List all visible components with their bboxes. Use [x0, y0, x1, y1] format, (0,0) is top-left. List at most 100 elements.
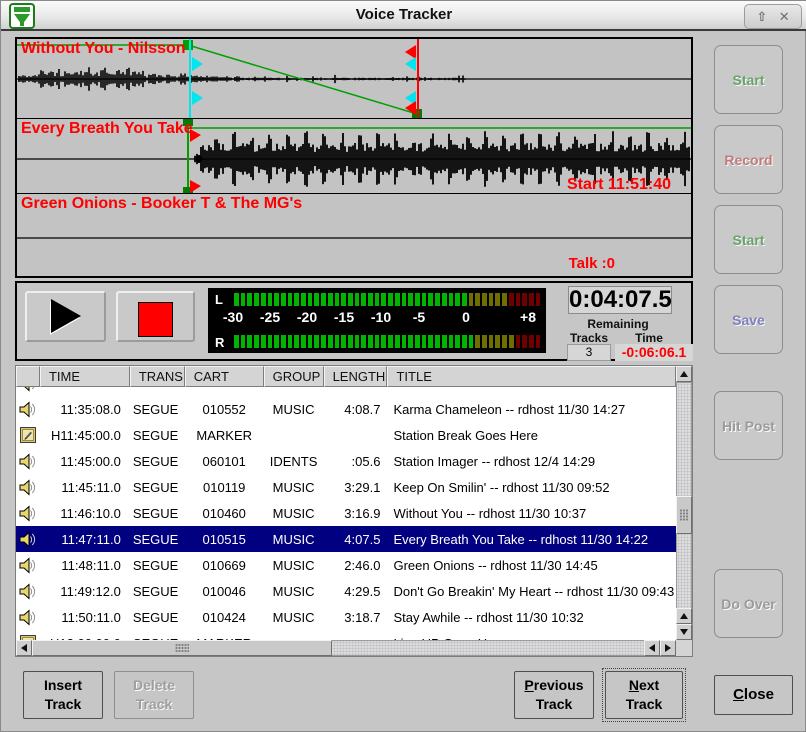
do-over-button[interactable]: Do Over: [714, 569, 783, 638]
log-row[interactable]: [16, 387, 676, 396]
cell-len: 2:46.0: [324, 558, 388, 573]
log-table-header: TIMETRANSCARTGROUPLENGTHTITLE: [16, 366, 676, 387]
column-header-title[interactable]: TITLE: [387, 366, 676, 387]
talk-time-label: Talk :0: [569, 255, 615, 272]
log-table: TIMETRANSCARTGROUPLENGTHTITLE 11:35:08.0…: [15, 365, 693, 657]
record-button[interactable]: Record: [714, 125, 783, 194]
close-button[interactable]: ✕: [779, 10, 790, 23]
start-button-2[interactable]: Start: [714, 205, 783, 274]
cell-trans: SEGUE: [130, 558, 185, 573]
log-row[interactable]: H12:00:00.0SEGUEMARKERLine UP Goes Here: [16, 630, 676, 640]
vertical-scrollbar-thumb[interactable]: [676, 496, 692, 534]
cell-group: IDENTS: [264, 454, 324, 469]
cell-group: MUSIC: [264, 402, 324, 417]
log-row[interactable]: H11:45:00.0SEGUEMARKERStation Break Goes…: [16, 422, 676, 448]
scroll-up-button-2[interactable]: [676, 608, 692, 624]
start-button-1[interactable]: Start: [714, 45, 783, 114]
save-button[interactable]: Save: [714, 285, 783, 354]
play-icon: [46, 298, 86, 336]
window-controls: ⇧ ✕: [744, 4, 802, 29]
cell-icon: [16, 476, 40, 499]
window-title: Voice Tracker: [1, 6, 806, 23]
cell-icon: [16, 606, 40, 629]
column-header-length[interactable]: LENGTH: [324, 366, 388, 387]
voice-tracker-window: Voice Tracker ⇧ ✕ Without You - Nilsson …: [0, 0, 806, 732]
cell-group: MUSIC: [264, 610, 324, 625]
cell-icon: [16, 450, 40, 473]
cell-icon: [16, 398, 40, 421]
cell-title: Keep On Smilin' -- rdhost 11/30 09:52: [387, 480, 676, 495]
cell-cart: 010119: [185, 480, 264, 495]
end-marker-bottom[interactable]: [405, 101, 416, 115]
level-meter: L -30-25-20-15-10-50+8 R: [208, 288, 546, 353]
previous-track-button[interactable]: Previous Track: [514, 671, 594, 719]
cell-trans: SEGUE: [130, 454, 185, 469]
log-row[interactable]: 11:45:00.0SEGUE060101IDENTS:05.6Station …: [16, 448, 676, 474]
delete-track-button[interactable]: DeleteTrack: [114, 671, 194, 719]
insert-track-button[interactable]: InsertTrack: [23, 671, 103, 719]
track-1-region[interactable]: Without You - Nilsson: [17, 39, 691, 118]
column-header-trans[interactable]: TRANS: [130, 366, 185, 387]
horizontal-scrollbar-thumb[interactable]: [32, 640, 332, 656]
meter-scale-label: +8: [520, 309, 536, 325]
column-header-cart[interactable]: CART: [185, 366, 264, 387]
cell-group: MUSIC: [264, 532, 324, 547]
close-dialog-button[interactable]: Close: [714, 675, 793, 715]
next-track-button[interactable]: Next Track: [605, 671, 683, 719]
meter-right-bar: [234, 335, 540, 348]
column-header-group[interactable]: GROUP: [264, 366, 324, 387]
track-2-region[interactable]: Every Breath You Take Start 11:51:40: [17, 118, 691, 193]
end-segue-top[interactable]: [405, 57, 416, 71]
cell-group: MUSIC: [264, 584, 324, 599]
meter-right-label: R: [215, 335, 224, 350]
cell-group: MUSIC: [264, 506, 324, 521]
cell-cart: 010515: [185, 532, 264, 547]
cell-title: Stay Awhile -- rdhost 11/30 10:32: [387, 610, 676, 625]
cell-len: 4:08.7: [324, 402, 388, 417]
start-marker-bottom[interactable]: [190, 180, 201, 193]
cell-time: 11:46:10.0: [40, 506, 130, 521]
cell-title: Karma Chameleon -- rdhost 11/30 14:27: [387, 402, 676, 417]
scroll-up-button[interactable]: [676, 366, 692, 382]
remaining-time-label: Time: [623, 331, 675, 345]
remaining-label: Remaining: [553, 317, 683, 331]
scroll-right-button[interactable]: [660, 640, 676, 656]
meter-left-bar: [234, 293, 540, 306]
cell-trans: SEGUE: [130, 532, 185, 547]
cell-icon: [16, 580, 40, 603]
speaker-icon: [19, 479, 36, 496]
segue-marker-bottom[interactable]: [192, 91, 203, 105]
log-row[interactable]: 11:47:11.0SEGUE010515MUSIC4:07.5Every Br…: [16, 526, 676, 552]
column-header-time[interactable]: TIME: [40, 366, 130, 387]
scroll-left-button[interactable]: [16, 640, 32, 656]
speaker-icon: [19, 609, 36, 626]
meter-scale-label: -5: [413, 309, 425, 325]
scroll-left-button-2[interactable]: [644, 640, 660, 656]
cell-time: 11:45:11.0: [40, 480, 130, 495]
segue-marker-top[interactable]: [192, 57, 203, 71]
log-row[interactable]: 11:48:11.0SEGUE010669MUSIC2:46.0Green On…: [16, 552, 676, 578]
track-3-region[interactable]: Green Onions - Booker T & The MG's Talk …: [17, 193, 691, 276]
speaker-icon: [19, 505, 36, 522]
meter-scale-label: 0: [462, 309, 470, 325]
log-table-body: 11:35:08.0SEGUE010552MUSIC4:08.7Karma Ch…: [16, 387, 676, 640]
log-row[interactable]: 11:46:10.0SEGUE010460MUSIC3:16.9Without …: [16, 500, 676, 526]
hit-post-button[interactable]: Hit Post: [714, 391, 783, 460]
log-row[interactable]: 11:45:11.0SEGUE010119MUSIC3:29.1Keep On …: [16, 474, 676, 500]
titlebar[interactable]: Voice Tracker ⇧ ✕: [1, 1, 806, 31]
stop-button[interactable]: [116, 291, 195, 342]
play-button[interactable]: [25, 291, 106, 342]
track-3-title: Green Onions - Booker T & The MG's: [21, 195, 302, 213]
speaker-icon: [19, 453, 36, 470]
cell-len: 4:29.5: [324, 584, 388, 599]
log-row[interactable]: 11:50:11.0SEGUE010424MUSIC3:18.7Stay Awh…: [16, 604, 676, 630]
scroll-down-button[interactable]: [676, 624, 692, 640]
cell-trans: SEGUE: [130, 610, 185, 625]
cell-time: 11:50:11.0: [40, 610, 130, 625]
shade-button[interactable]: ⇧: [756, 10, 767, 23]
cell-cart: 010552: [185, 402, 264, 417]
column-header-icon[interactable]: [16, 366, 40, 387]
end-marker-top[interactable]: [405, 45, 416, 59]
log-row[interactable]: 11:49:12.0SEGUE010046MUSIC4:29.5Don't Go…: [16, 578, 676, 604]
log-row[interactable]: 11:35:08.0SEGUE010552MUSIC4:08.7Karma Ch…: [16, 396, 676, 422]
